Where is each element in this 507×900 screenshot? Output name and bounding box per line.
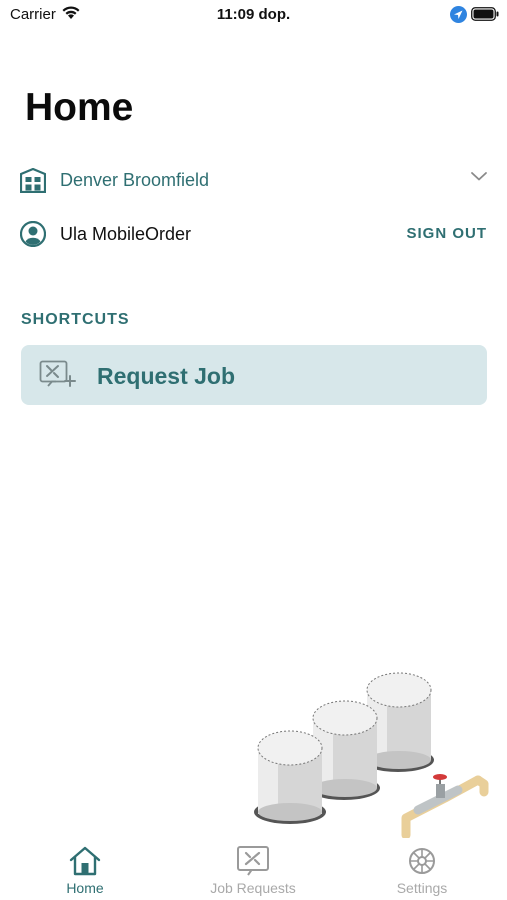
user-row: Ula MobileOrder SIGN OUT	[20, 218, 490, 252]
shortcuts-heading: SHORTCUTS	[21, 311, 130, 328]
building-icon	[20, 168, 46, 193]
status-bar: Carrier 11:09 dop.	[0, 0, 507, 30]
site-name: Denver Broomfield	[60, 170, 210, 190]
request-job-icon	[39, 360, 76, 387]
site-selector[interactable]: Denver Broomfield	[20, 164, 490, 198]
home-icon	[69, 846, 101, 876]
request-job-shortcut[interactable]: Request Job	[21, 345, 487, 405]
job-requests-icon	[237, 846, 269, 876]
tab-job-requests[interactable]: Job Requests	[188, 838, 318, 900]
user-name: Ula MobileOrder	[60, 224, 192, 244]
storage-tanks-illustration	[254, 672, 489, 838]
tab-home[interactable]: Home	[20, 838, 150, 900]
settings-icon	[409, 848, 435, 874]
user-avatar-icon	[20, 221, 46, 247]
chevron-down-icon	[471, 172, 487, 181]
clock: 11:09 dop.	[216, 6, 291, 23]
pipes-with-valve	[401, 774, 489, 838]
sign-out-button[interactable]: SIGN OUT	[406, 225, 487, 242]
request-job-label: Request Job	[97, 363, 236, 389]
battery-icon	[471, 7, 499, 21]
tab-home-label: Home	[66, 880, 104, 896]
tab-job-requests-label: Job Requests	[210, 880, 296, 896]
location-icon	[450, 6, 467, 23]
tab-settings-label: Settings	[396, 880, 448, 896]
storage-tank-front	[254, 730, 326, 824]
tab-settings[interactable]: Settings	[357, 838, 487, 900]
tab-bar: Home Job Requests Settings	[0, 838, 507, 900]
page-title: Home	[25, 86, 134, 129]
